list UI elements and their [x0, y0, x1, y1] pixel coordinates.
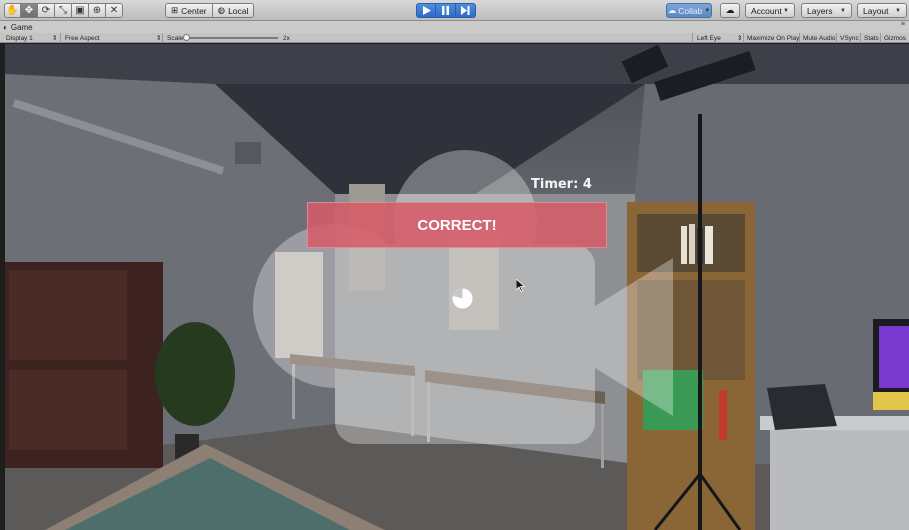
red-book: [719, 390, 727, 440]
dresser-panel: [9, 370, 127, 450]
account-label: Account: [751, 5, 782, 16]
chevron-down-icon: ▼: [704, 7, 711, 14]
feedback-text: CORRECT!: [417, 216, 497, 234]
collab-dropdown[interactable]: ☁ Collab ▼: [666, 3, 712, 18]
yellow-note: [873, 392, 909, 410]
stats-toggle[interactable]: Stats: [860, 33, 882, 43]
table-leg: [601, 404, 604, 468]
game-tab-bar: ◐ Game ≡: [0, 21, 909, 33]
aspect-label: Free Aspect: [65, 34, 100, 42]
chevron-updown-icon: ⇕: [737, 35, 743, 42]
gizmos-dropdown[interactable]: Gizmos: [880, 33, 909, 43]
scale-label: Scale: [162, 33, 183, 43]
book: [681, 226, 687, 264]
cloud-icon: ☁: [725, 5, 735, 15]
cloud-services-button[interactable]: ☁: [720, 3, 740, 18]
hand-tool-icon[interactable]: ✋: [4, 3, 21, 18]
space-toggle[interactable]: ◍ Local: [212, 3, 255, 18]
tab-game[interactable]: ◐ Game: [3, 22, 33, 33]
scale-value: 2x: [283, 34, 290, 42]
aspect-dropdown[interactable]: Free Aspect ⇕: [60, 33, 162, 43]
layout-label: Layout: [863, 5, 889, 16]
transform-tool-icon[interactable]: ⊕: [89, 3, 106, 18]
dresser-panel: [9, 270, 127, 360]
gaze-reticle-icon: [452, 288, 473, 309]
pivot-toggle[interactable]: ⊞ Center: [165, 3, 213, 18]
pause-button[interactable]: [436, 3, 456, 18]
eye-dropdown[interactable]: Left Eye ⇕: [692, 33, 742, 43]
mute-audio-toggle[interactable]: Mute Audio: [799, 33, 839, 43]
pivot-label: Center: [181, 5, 207, 16]
mouse-cursor-icon: [516, 279, 526, 292]
laptop: [767, 384, 837, 430]
rect-tool-icon[interactable]: ▣: [72, 3, 89, 18]
step-icon: [461, 6, 470, 15]
potted-plant: [155, 322, 235, 426]
pivot-group: ⊞ Center ◍ Local: [165, 3, 255, 18]
account-dropdown[interactable]: Account ▼: [745, 3, 795, 18]
chevron-down-icon: ▼: [783, 7, 789, 14]
scale-tool-icon[interactable]: ⤡: [55, 3, 72, 18]
vsync-toggle[interactable]: VSync: [836, 33, 862, 43]
game-view-toolbar: Display 1 ⇕ Free Aspect ⇕ Scale 2x Left …: [0, 33, 909, 43]
collab-icon: ☁: [667, 5, 677, 15]
feedback-banner: CORRECT!: [307, 202, 607, 248]
room-scene: [5, 44, 909, 530]
globe-icon: ◍: [217, 5, 226, 15]
timer-text: Timer: 4: [531, 177, 592, 192]
play-icon: [422, 6, 431, 15]
space-label: Local: [228, 5, 249, 16]
maximize-on-play-toggle[interactable]: Maximize On Play: [743, 33, 802, 43]
monitor-screen: [879, 326, 909, 388]
display-dropdown[interactable]: Display 1 ⇕: [6, 33, 60, 43]
display-label: Display 1: [6, 34, 33, 42]
rotate-tool-icon[interactable]: ⟳: [38, 3, 55, 18]
chevron-updown-icon: ⇕: [52, 35, 58, 42]
pause-icon: [442, 6, 449, 15]
scale-slider-knob[interactable]: [183, 34, 190, 41]
unity-toolbar: ✋ ✥ ⟳ ⤡ ▣ ⊕ ✕ ⊞ Center ◍ Local ☁ Collab …: [0, 0, 909, 21]
chevron-down-icon: ▼: [895, 7, 901, 14]
scale-slider[interactable]: [188, 37, 278, 39]
desk-body: [770, 430, 909, 530]
game-tab-icon: ◐: [3, 23, 8, 32]
game-tab-label: Game: [10, 23, 33, 32]
game-viewport[interactable]: Timer: 4 CORRECT!: [5, 44, 909, 530]
collab-label: Collab: [678, 5, 703, 16]
play-controls: [416, 3, 476, 18]
step-button[interactable]: [456, 3, 476, 18]
play-button[interactable]: [416, 3, 436, 18]
eye-label: Left Eye: [697, 34, 721, 42]
book: [689, 224, 695, 264]
layers-dropdown[interactable]: Layers ▼: [801, 3, 852, 18]
chevron-updown-icon: ⇕: [156, 35, 162, 42]
custom-tool-icon[interactable]: ✕: [106, 3, 123, 18]
layout-dropdown[interactable]: Layout ▼: [857, 3, 907, 18]
transform-tools: ✋ ✥ ⟳ ⤡ ▣ ⊕ ✕: [4, 3, 123, 18]
wall-vent: [235, 142, 261, 164]
book: [705, 226, 713, 264]
tab-menu-icon[interactable]: ≡: [901, 21, 905, 28]
light-stand-pole: [698, 114, 702, 530]
chevron-down-icon: ▼: [840, 7, 846, 14]
move-tool-icon[interactable]: ✥: [21, 3, 38, 18]
layers-label: Layers: [807, 5, 833, 16]
pivot-icon: ⊞: [171, 5, 179, 15]
